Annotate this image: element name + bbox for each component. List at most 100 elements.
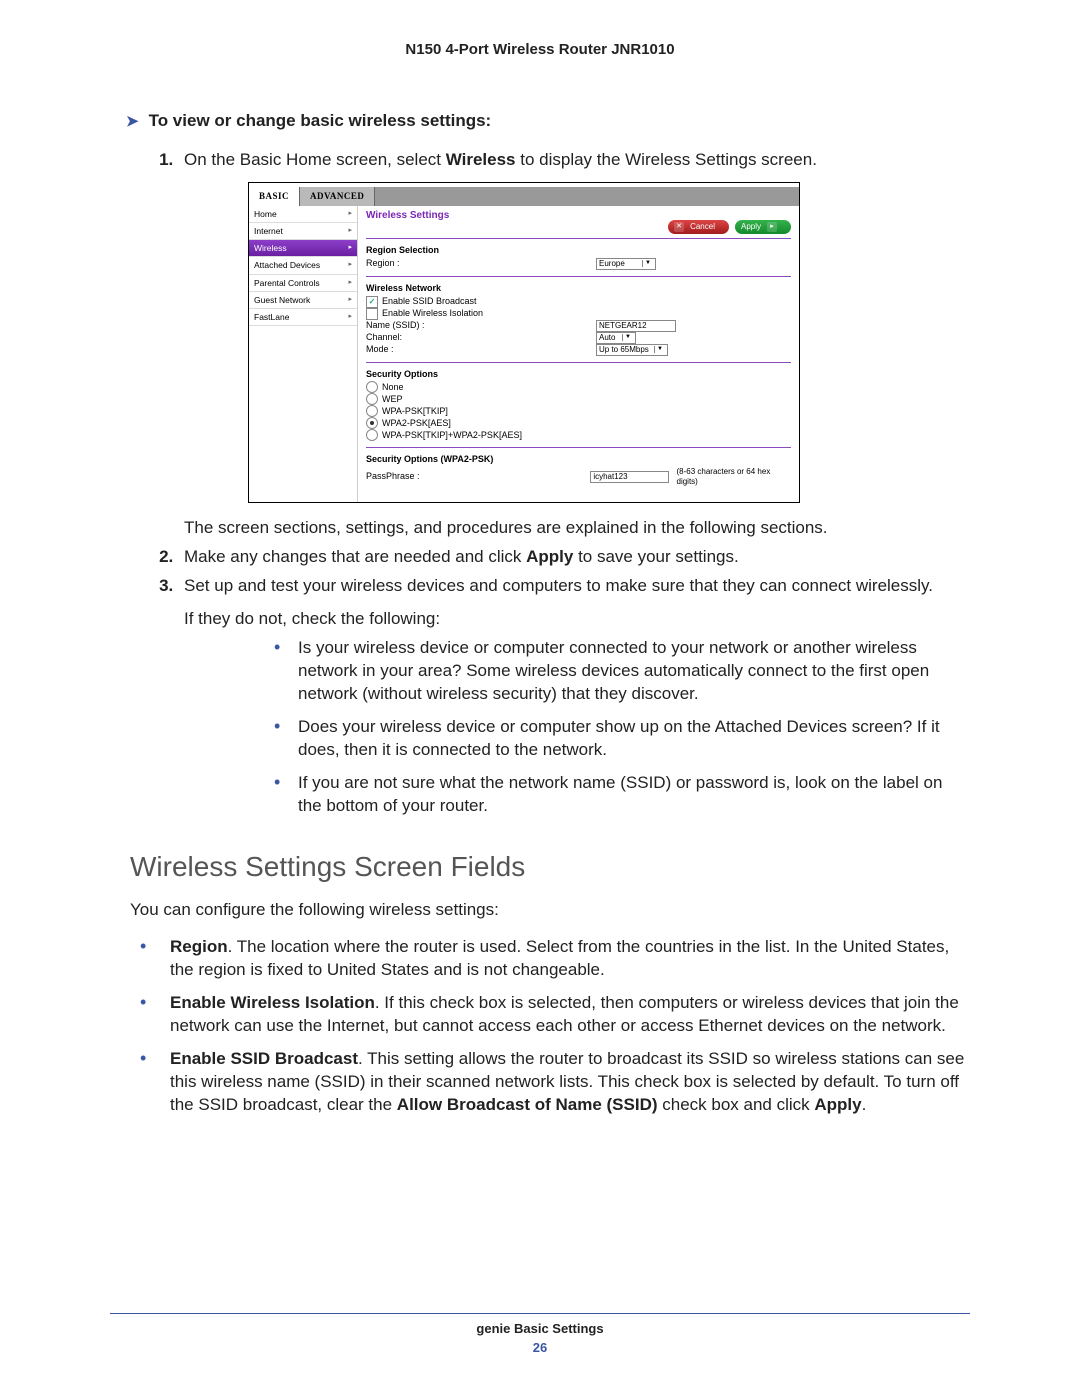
nav-home[interactable]: Home ▸ [249,206,357,223]
field-region-bold: Region [170,937,228,956]
sec-wpa2-aes[interactable]: WPA2-PSK[AES] [366,417,791,429]
mode-select[interactable]: Up to 65Mbps ▼ [596,344,668,356]
chevron-right-icon: ▸ [348,227,352,235]
nav-guest-label: Guest Network [254,295,310,305]
chevron-down-icon: ▼ [642,260,653,267]
nav-parental-controls[interactable]: Parental Controls▸ [249,275,357,292]
step2-pre: Make any changes that are needed and cli… [184,547,526,566]
check-bullet-3: If you are not sure what the network nam… [274,772,970,818]
apply-button-label: Apply [741,222,761,232]
sec-wpa-tkip-label: WPA-PSK[TKIP] [382,406,448,417]
step-1: On the Basic Home screen, select Wireles… [178,149,970,540]
footer-page-number: 26 [110,1339,970,1357]
chevron-right-icon: ▸ [348,296,352,304]
field-ssid-bold3: Apply [814,1095,861,1114]
channel-label: Channel: [366,332,596,343]
close-icon: ✕ [674,222,684,232]
isolation-checkbox[interactable] [366,308,378,320]
step2-bold: Apply [526,547,573,566]
field-ssid-broadcast: Enable SSID Broadcast. This setting allo… [140,1048,970,1117]
region-heading: Region Selection [366,245,791,256]
field-region: Region. The location where the router is… [140,936,970,982]
check-intro: If they do not, check the following: [184,608,970,631]
sec-none[interactable]: None [366,381,791,393]
nav-guest-network[interactable]: Guest Network ▸ [249,292,357,309]
mode-value: Up to 65Mbps [599,345,649,355]
nav-wireless-label: Wireless [254,243,287,253]
ssid-name-input[interactable]: NETGEAR12 [596,320,676,332]
page-footer: genie Basic Settings 26 [110,1313,970,1357]
nav-fastlane-label: FastLane [254,312,289,322]
cancel-button[interactable]: ✕ Cancel [668,220,729,234]
chevron-down-icon: ▼ [622,334,633,341]
step-2: Make any changes that are needed and cli… [178,546,970,569]
nav-home-label: Home [254,209,277,219]
passphrase-input[interactable]: icyhat123 [590,471,668,483]
procedure-heading: ➤ To view or change basic wireless setti… [126,110,970,133]
section-heading: Wireless Settings Screen Fields [130,848,970,886]
field-ssid-post: . [862,1095,867,1114]
nav-attached-devices[interactable]: Attached Devices▸ [249,257,357,274]
step1-bold: Wireless [446,150,516,169]
passphrase-note: (8-63 characters or 64 hex digits) [677,467,792,486]
security-heading: Security Options [366,369,791,380]
sec-wpa2-aes-label: WPA2-PSK[AES] [382,418,451,429]
chevron-right-icon: ▸ [348,210,352,218]
sec-wep[interactable]: WEP [366,393,791,405]
apply-button[interactable]: Apply ▸ [735,220,791,234]
sec-wep-label: WEP [382,394,403,405]
step2-post: to save your settings. [573,547,738,566]
check-bullet-2: Does your wireless device or computer sh… [274,716,970,762]
post-screenshot-text: The screen sections, settings, and proce… [184,517,970,540]
tab-basic[interactable]: BASIC [249,187,300,206]
step1-pre: On the Basic Home screen, select [184,150,446,169]
channel-select[interactable]: Auto ▼ [596,332,636,344]
nav-fastlane[interactable]: FastLane ▸ [249,309,357,326]
field-ssid-mid: check box and click [658,1095,815,1114]
settings-screenshot: BASIC ADVANCED Home ▸ Internet ▸ Wireless ▸… [248,182,800,503]
chevron-right-icon: ➤ [126,112,139,132]
region-label: Region : [366,258,596,269]
radio-wpa-tkip[interactable] [366,405,378,417]
settings-pane: Wireless Settings ✕ Cancel Apply ▸ [358,206,799,502]
section-intro: You can configure the following wireless… [130,899,970,922]
tab-advanced[interactable]: ADVANCED [300,187,375,206]
field-region-rest: . The location where the router is used.… [170,937,949,979]
chevron-right-icon: ▸ [348,313,352,321]
wireless-network-heading: Wireless Network [366,283,791,294]
ssid-name-label: Name (SSID) : [366,320,596,331]
procedure-heading-text: To view or change basic wireless setting… [149,110,492,133]
nav-parental-label: Parental Controls [254,278,320,288]
footer-chapter: genie Basic Settings [110,1320,970,1338]
sec-mixed[interactable]: WPA-PSK[TKIP]+WPA2-PSK[AES] [366,429,791,441]
radio-wep[interactable] [366,393,378,405]
ssid-broadcast-row[interactable]: Enable SSID Broadcast [366,296,791,308]
cancel-button-label: Cancel [690,222,715,232]
radio-none[interactable] [366,381,378,393]
sec-mixed-label: WPA-PSK[TKIP]+WPA2-PSK[AES] [382,430,522,441]
check-bullet-1: Is your wireless device or computer conn… [274,637,970,706]
region-select[interactable]: Europe ▼ [596,258,656,270]
isolation-row[interactable]: Enable Wireless Isolation [366,308,791,320]
radio-wpa2-aes[interactable] [366,417,378,429]
field-ssid-bold: Enable SSID Broadcast [170,1049,358,1068]
ssid-broadcast-label: Enable SSID Broadcast [382,296,477,307]
chevron-right-icon: ▸ [348,244,352,252]
nav-wireless[interactable]: Wireless ▸ [249,240,357,257]
passphrase-heading: Security Options (WPA2-PSK) [366,454,791,465]
step1-post: to display the Wireless Settings screen. [516,150,817,169]
step3-text: Set up and test your wireless devices an… [184,576,933,595]
side-nav: Home ▸ Internet ▸ Wireless ▸ Attached Devic… [249,206,358,502]
mode-label: Mode : [366,344,596,355]
sec-wpa-tkip[interactable]: WPA-PSK[TKIP] [366,405,791,417]
region-value: Europe [599,259,625,269]
step-3: Set up and test your wireless devices an… [178,575,970,817]
isolation-label: Enable Wireless Isolation [382,308,483,319]
nav-attached-label: Attached Devices [254,260,320,270]
nav-internet-label: Internet [254,226,283,236]
ssid-broadcast-checkbox[interactable] [366,296,378,308]
radio-mixed[interactable] [366,429,378,441]
nav-internet[interactable]: Internet ▸ [249,223,357,240]
channel-value: Auto [599,333,615,343]
sec-none-label: None [382,382,404,393]
